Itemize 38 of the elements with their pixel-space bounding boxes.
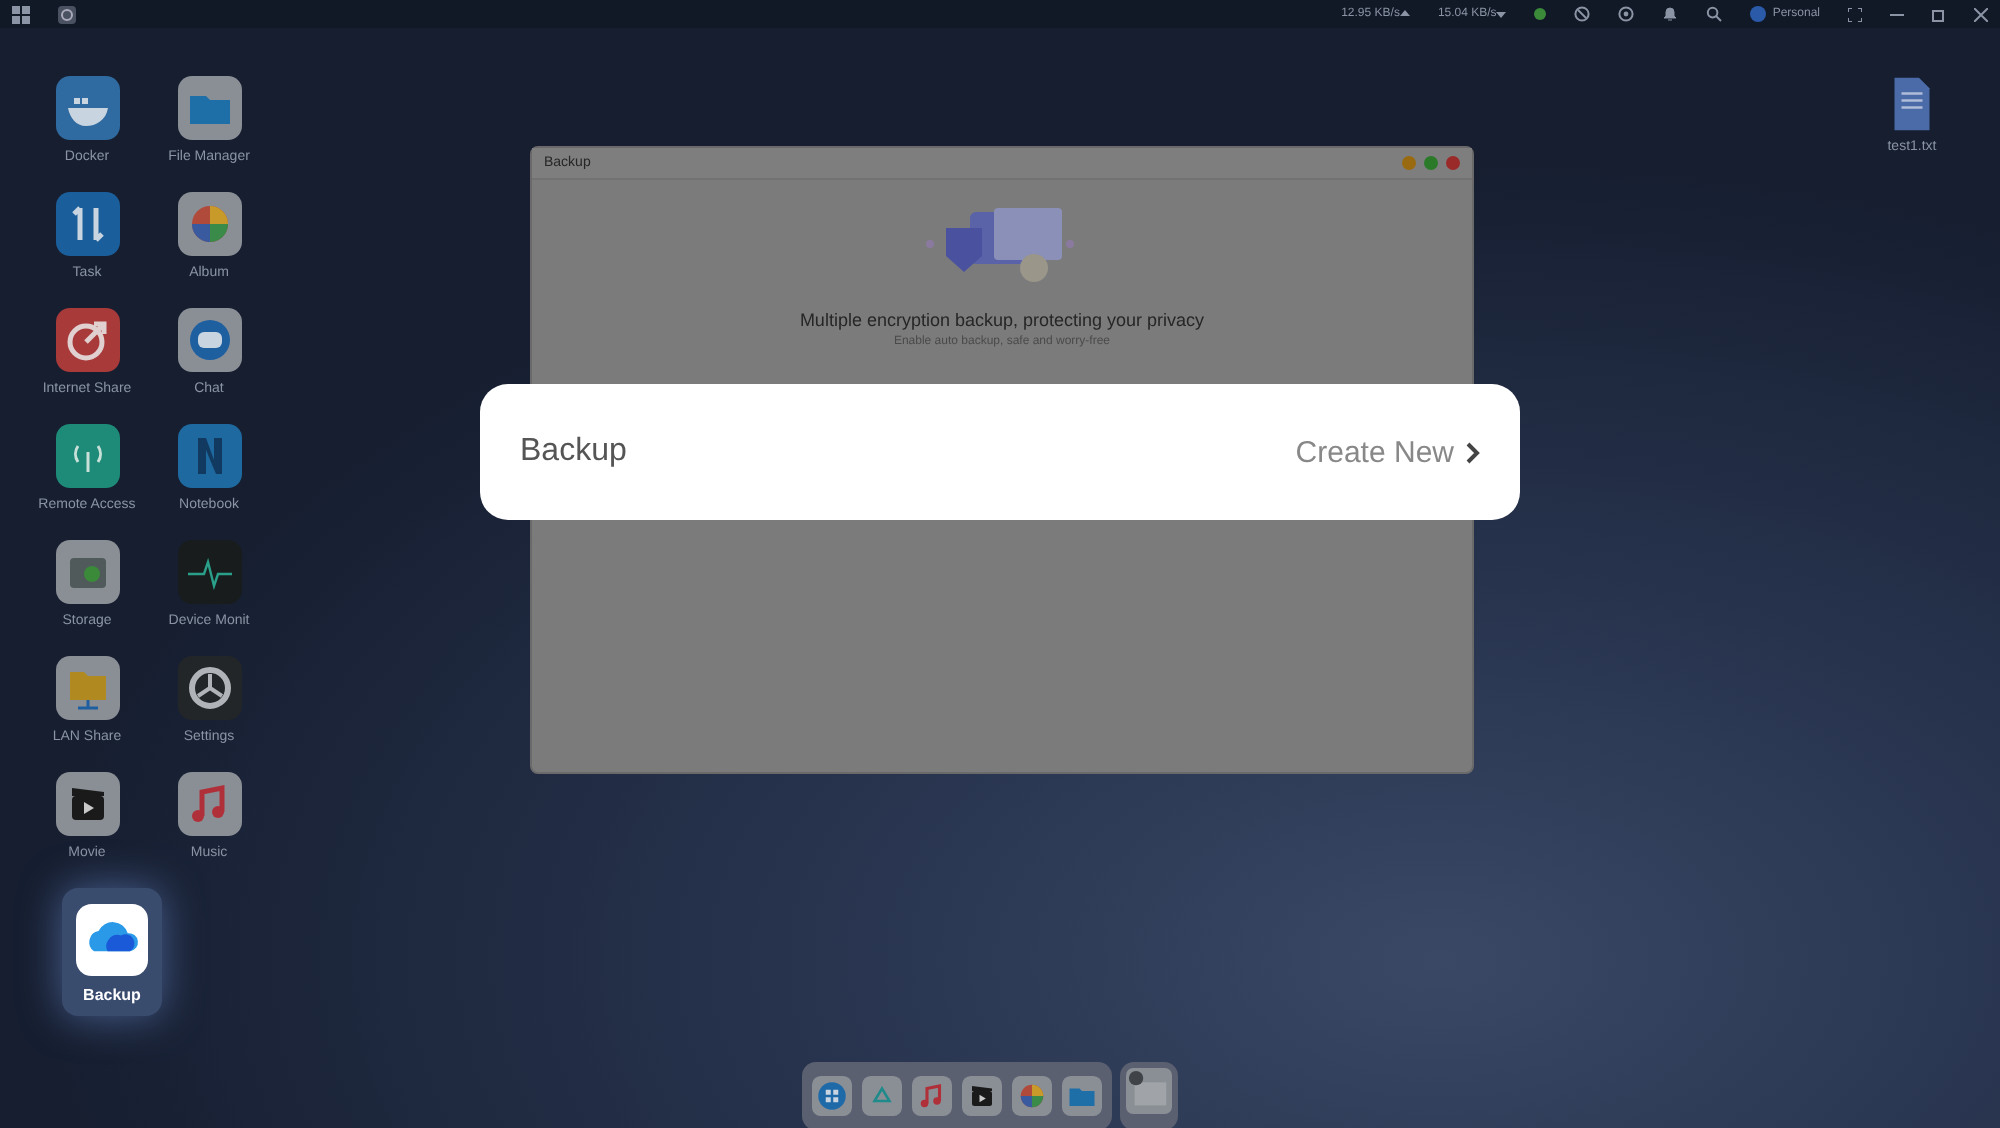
window-headline: Multiple encryption backup, protecting your privacy: [799, 310, 1205, 330]
pulse-icon: [177, 540, 241, 604]
arrows-icon: [55, 192, 119, 256]
music-note-icon: [912, 1076, 952, 1116]
dock-item[interactable]: [1126, 1068, 1172, 1114]
status-dot-icon: [1534, 8, 1547, 20]
grid-icon[interactable]: [12, 5, 30, 23]
folder-icon: [1062, 1076, 1102, 1116]
folder-icon: [177, 76, 241, 140]
chevron-right-icon: [1466, 441, 1480, 463]
fullscreen-icon[interactable]: [1848, 7, 1862, 21]
restore-icon[interactable]: [1932, 7, 1946, 21]
bell-icon[interactable]: [1662, 6, 1679, 22]
app-label: Backup: [83, 986, 141, 1004]
whale-icon: [55, 76, 119, 140]
music-note-icon: [177, 772, 241, 836]
gear-icon: [177, 656, 241, 720]
app-badge-icon[interactable]: [58, 5, 76, 23]
letter-n-icon: [177, 424, 241, 488]
flower-icon: [177, 192, 241, 256]
window-thumbnail-icon: [1126, 1068, 1172, 1114]
chat-bubble-icon: [177, 308, 241, 372]
flower-icon: [1012, 1076, 1052, 1116]
arrow-down-icon: [1496, 9, 1507, 19]
card-title: Backup: [520, 434, 629, 470]
create-new-link[interactable]: Create New: [1295, 435, 1480, 469]
clapper-icon: [962, 1076, 1002, 1116]
clapper-icon: [55, 772, 119, 836]
arrow-up-icon: [1399, 9, 1410, 19]
cloud-icon: [76, 904, 148, 976]
grid-icon: [812, 1076, 852, 1116]
search-icon[interactable]: [1706, 6, 1723, 22]
blocked-icon[interactable]: [1574, 6, 1591, 22]
close-icon[interactable]: [1974, 7, 1988, 21]
user-avatar-icon[interactable]: [1750, 6, 1767, 22]
folder-network-icon: [55, 656, 119, 720]
app-tile[interactable]: Backup: [62, 888, 162, 1016]
antenna-icon: [55, 424, 119, 488]
